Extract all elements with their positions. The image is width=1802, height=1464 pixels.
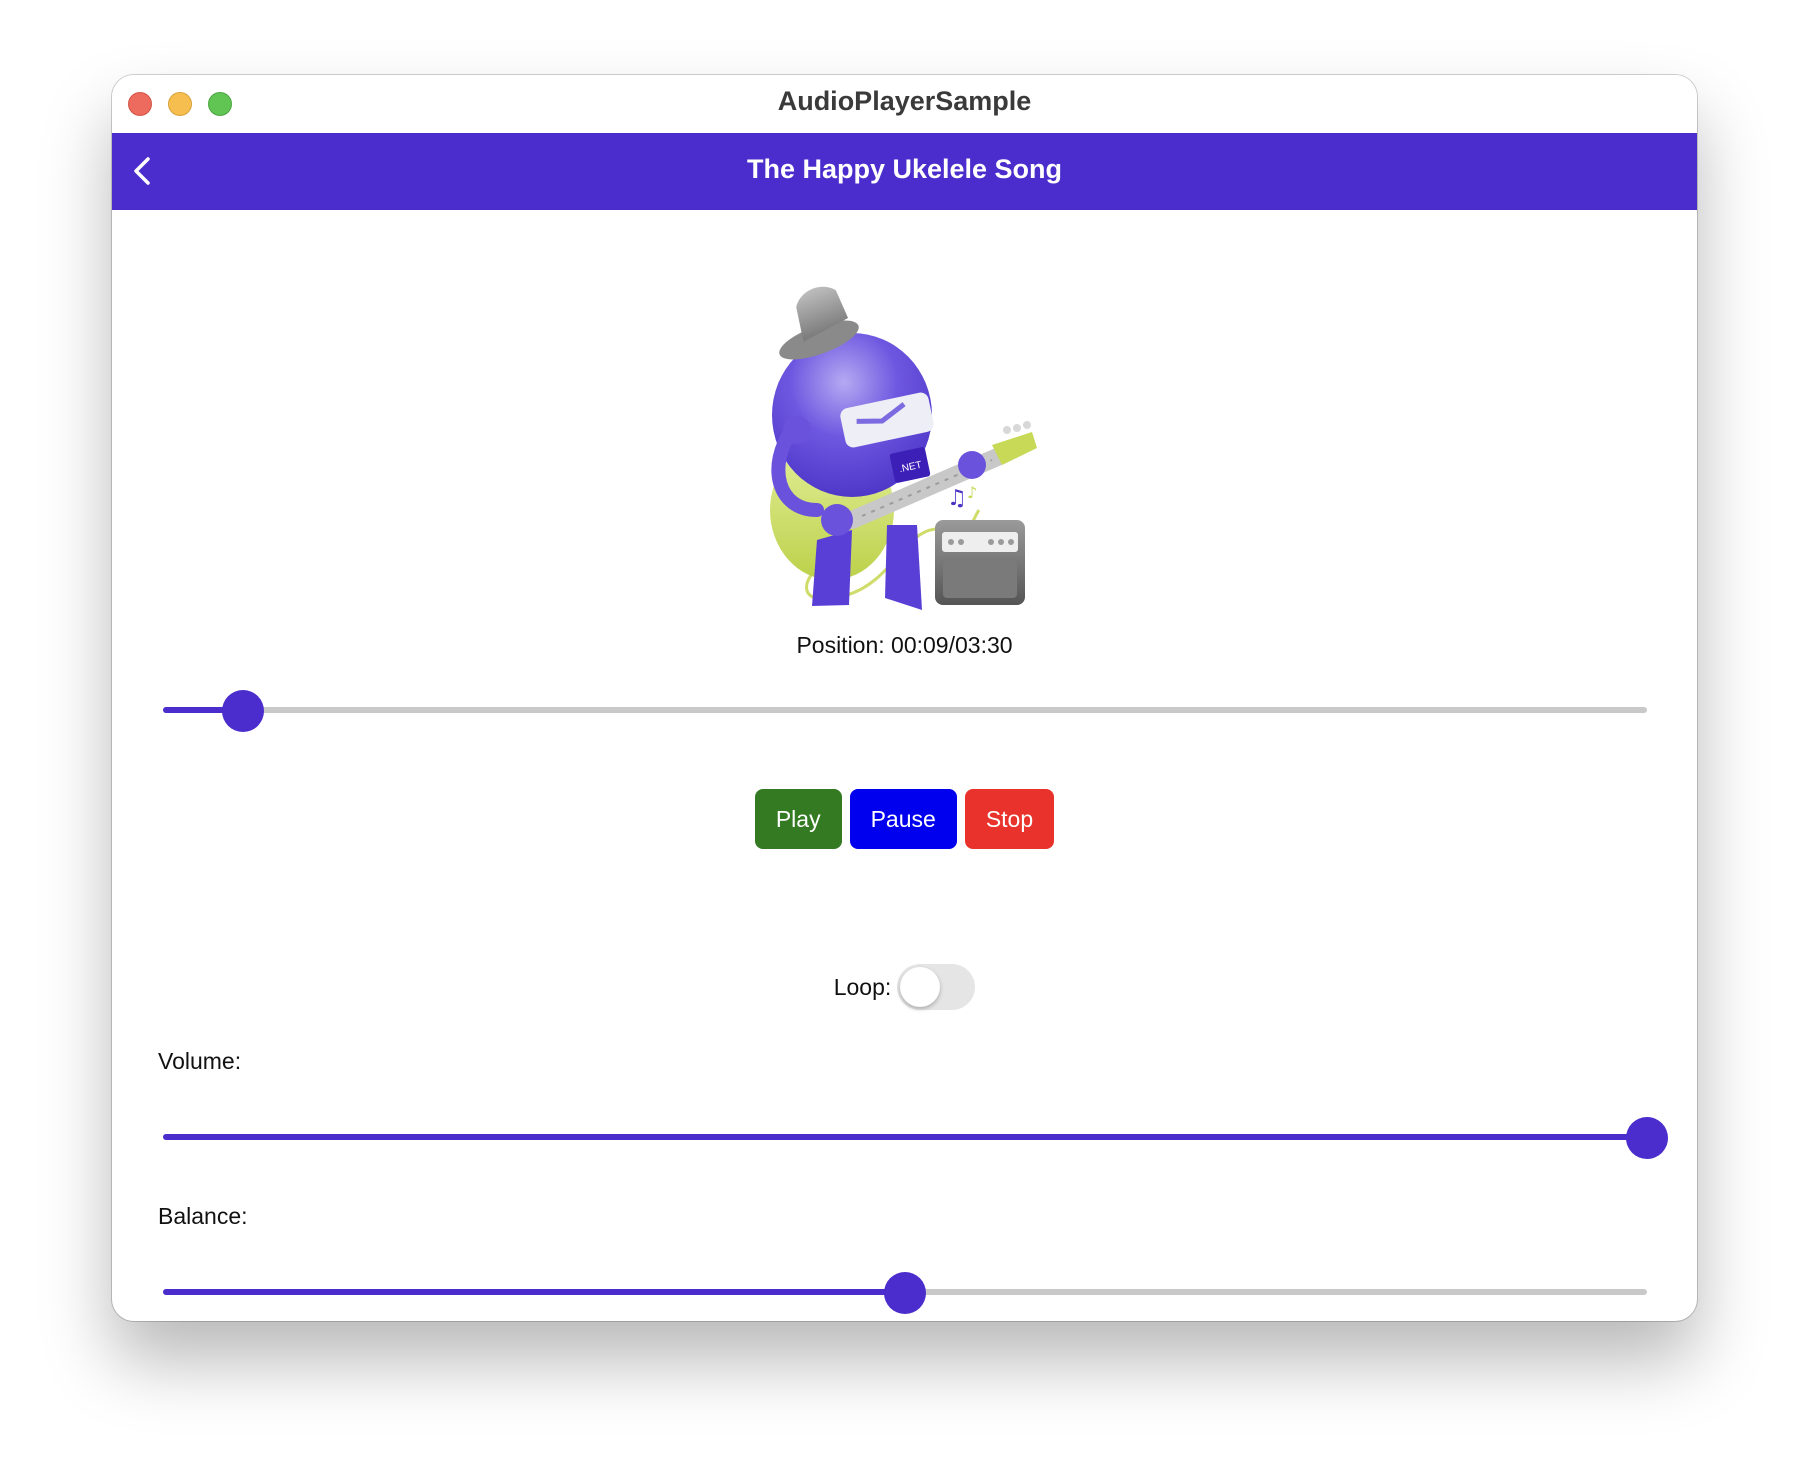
- loop-label: Loop:: [833, 973, 892, 1000]
- position-label: Position: 00:09/03:30: [796, 632, 1013, 658]
- stop-button[interactable]: Stop: [964, 789, 1055, 849]
- position-slider-track: [163, 707, 1647, 713]
- navigation-bar: The Happy Ukelele Song: [112, 133, 1697, 210]
- page-title: The Happy Ukelele Song: [746, 154, 1063, 184]
- player-content: .NET ♫ ♪ Position: 00:09/03:30 Play Paus: [112, 210, 1697, 1321]
- balance-slider[interactable]: [163, 1270, 1647, 1314]
- loop-row: Loop:: [112, 964, 1697, 1010]
- loop-toggle-knob: [900, 967, 941, 1007]
- volume-slider-fill: [163, 1134, 1647, 1140]
- balance-label: Balance:: [158, 1203, 248, 1229]
- position-slider[interactable]: [163, 688, 1647, 732]
- volume-label: Volume:: [158, 1048, 242, 1074]
- balance-slider-fill: [163, 1289, 905, 1295]
- dotnet-bot-guitar-artwork: .NET ♫ ♪: [770, 286, 1037, 610]
- svg-text:♪: ♪: [967, 483, 977, 502]
- position-slider-thumb[interactable]: [222, 690, 265, 732]
- app-window: AudioPlayerSample The Happy Ukelele Song: [112, 75, 1697, 1321]
- loop-toggle[interactable]: [897, 964, 976, 1010]
- svg-text:♫: ♫: [947, 486, 967, 511]
- balance-slider-thumb[interactable]: [884, 1272, 926, 1314]
- pause-button[interactable]: Pause: [849, 789, 957, 849]
- playback-controls: Play Pause Stop: [112, 789, 1697, 849]
- window-title: AudioPlayerSample: [777, 86, 1032, 116]
- volume-slider-thumb[interactable]: [1626, 1117, 1668, 1159]
- title-bar: AudioPlayerSample: [112, 75, 1697, 133]
- volume-slider[interactable]: [163, 1115, 1668, 1159]
- play-button[interactable]: Play: [754, 789, 842, 849]
